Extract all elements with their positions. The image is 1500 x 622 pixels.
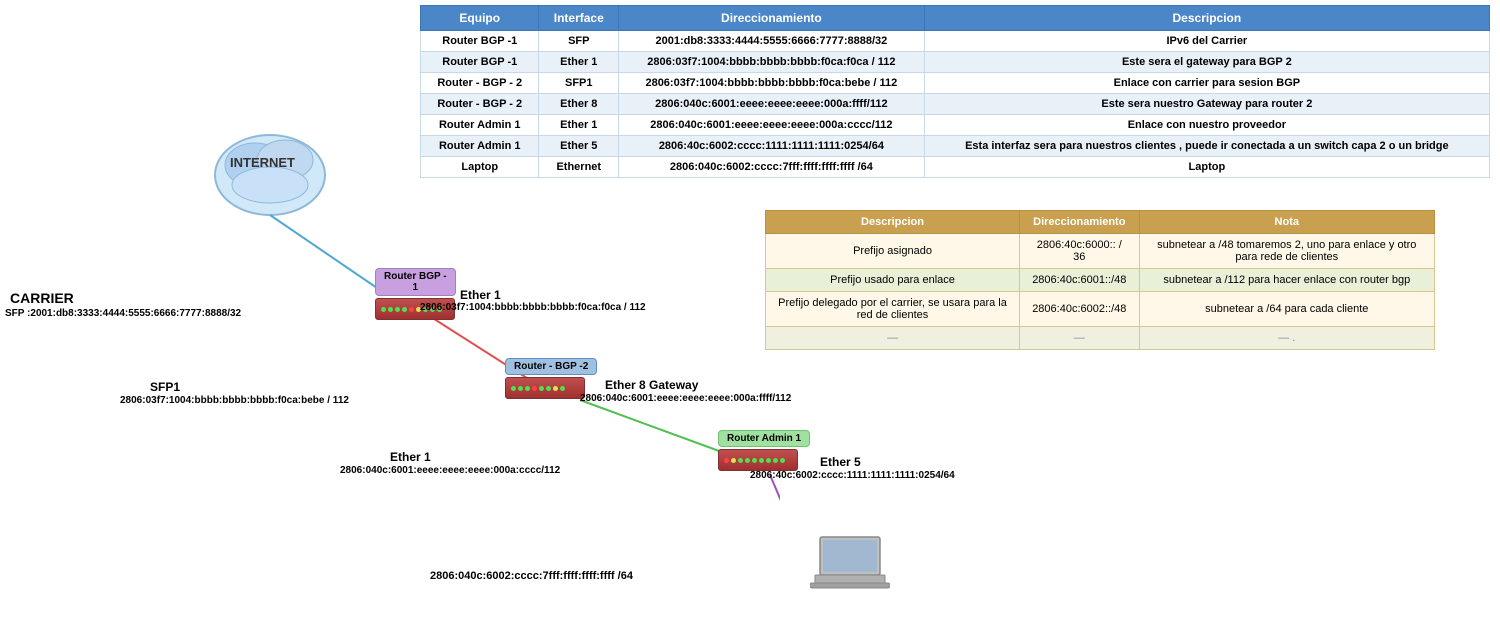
table-row: ——— . — [766, 327, 1435, 350]
table-row: Router Admin 1Ether 12806:040c:6001:eeee… — [421, 115, 1490, 136]
ether5-addr: 2806:40c:6002:cccc:1111:1111:1111:0254/6… — [750, 470, 955, 481]
ether1-admin-label: Ether 1 — [390, 450, 431, 464]
col2-desc: Descripcion — [766, 211, 1020, 234]
router-bgp1-label: Router BGP -1 — [375, 268, 456, 296]
laptop-addr: 2806:040c:6002:cccc:7fff:ffff:ffff:ffff … — [430, 570, 633, 582]
table-row: Router Admin 1Ether 52806:40c:6002:cccc:… — [421, 136, 1490, 157]
router-admin1-label: Router Admin 1 — [718, 430, 810, 447]
table-row: Router - BGP - 2Ether 82806:040c:6001:ee… — [421, 94, 1490, 115]
table-row: Prefijo asignado2806:40c:6000:: / 36subn… — [766, 234, 1435, 269]
laptop — [810, 535, 890, 598]
ether5-label: Ether 5 — [820, 455, 861, 469]
table-row: Router BGP -1Ether 12806:03f7:1004:bbbb:… — [421, 52, 1490, 73]
table-row: Prefijo usado para enlace2806:40c:6001::… — [766, 269, 1435, 292]
internet-label: INTERNET — [230, 155, 295, 170]
ether1-bgp1-addr: 2806:03f7:1004:bbbb:bbbb:bbbb:f0ca:f0ca … — [420, 302, 646, 313]
router-bgp2-label: Router - BGP -2 — [505, 358, 597, 375]
table-row: Prefijo delegado por el carrier, se usar… — [766, 292, 1435, 327]
col-interface: Interface — [539, 6, 619, 31]
carrier-addr: SFP :2001:db8:3333:4444:5555:6666:7777:8… — [5, 308, 241, 319]
second-table: Descripcion Direccionamiento Nota Prefij… — [765, 210, 1435, 350]
col2-dir: Direccionamiento — [1020, 211, 1140, 234]
col-desc: Descripcion — [924, 6, 1489, 31]
sfp1-label: SFP1 — [150, 380, 180, 394]
ether1-admin-addr: 2806:040c:6001:eeee:eeee:eeee:000a:cccc/… — [340, 465, 560, 476]
table-row: Router BGP -1SFP2001:db8:3333:4444:5555:… — [421, 31, 1490, 52]
ether8-label: Ether 8 Gateway — [605, 378, 698, 392]
table-row: Router - BGP - 2SFP12806:03f7:1004:bbbb:… — [421, 73, 1490, 94]
col2-nota: Nota — [1139, 211, 1434, 234]
col-dir: Direccionamiento — [619, 6, 925, 31]
router-admin1: Router Admin 1 — [718, 430, 810, 471]
ether1-bgp1-label: Ether 1 — [460, 288, 501, 302]
sfp1-addr: 2806:03f7:1004:bbbb:bbbb:bbbb:f0ca:bebe … — [120, 395, 349, 406]
main-table: Equipo Interface Direccionamiento Descri… — [420, 5, 1490, 178]
ether8-addr: 2806:040c:6001:eeee:eeee:eeee:000a:ffff/… — [580, 393, 791, 404]
col-equipo: Equipo — [421, 6, 539, 31]
carrier-label: CARRIER — [10, 290, 74, 306]
table-row: LaptopEthernet2806:040c:6002:cccc:7fff:f… — [421, 157, 1490, 178]
